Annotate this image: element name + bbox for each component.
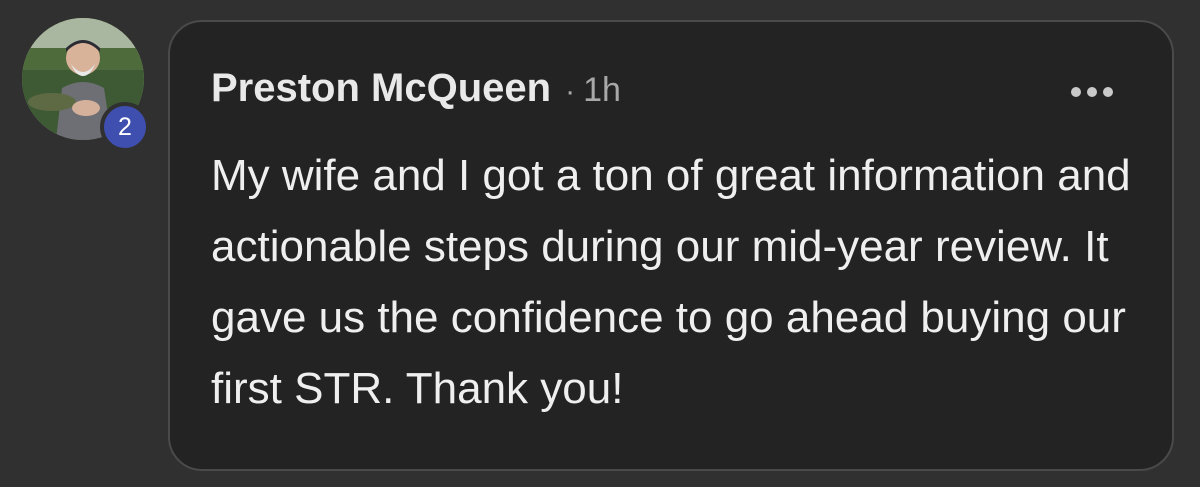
- more-horizontal-icon: [1071, 87, 1113, 97]
- more-options-button[interactable]: [1066, 80, 1118, 104]
- comment-header: Preston McQueen · 1h: [211, 66, 621, 111]
- comment-text: My wife and I got a ton of great informa…: [211, 151, 1131, 413]
- comment-bubble: Preston McQueen · 1h My wife and I got a…: [168, 20, 1174, 471]
- avatar-container[interactable]: 2: [22, 18, 150, 154]
- author-name[interactable]: Preston McQueen: [211, 66, 551, 111]
- separator-dot: ·: [565, 75, 576, 108]
- notification-badge: 2: [100, 102, 150, 152]
- comment-thread: 2 Preston McQueen · 1h My wife and I got…: [0, 0, 1200, 487]
- timestamp[interactable]: 1h: [583, 71, 621, 110]
